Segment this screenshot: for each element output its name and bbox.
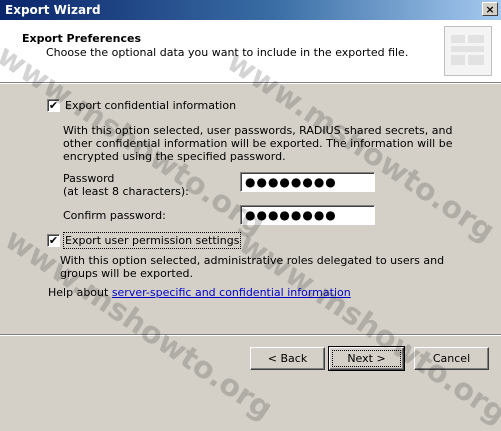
permissions-checkbox[interactable]: ✔ xyxy=(47,234,60,247)
back-button[interactable]: < Back xyxy=(250,347,325,370)
checkmark-icon: ✔ xyxy=(48,99,59,112)
next-button-label: Next > xyxy=(332,350,401,367)
password-label: Password xyxy=(63,172,115,185)
permissions-checkbox-label[interactable]: Export user permission settings xyxy=(62,232,242,249)
wizard-header: Export Preferences Choose the optional d… xyxy=(0,20,501,84)
checkmark-icon: ✔ xyxy=(48,234,59,247)
help-line: Help about server-specific and confident… xyxy=(48,286,351,299)
page-title: Export Preferences xyxy=(22,32,141,45)
wizard-graphic-icon xyxy=(444,26,492,76)
cancel-button-label: Cancel xyxy=(432,352,471,365)
confidential-checkbox[interactable]: ✔ xyxy=(47,99,60,112)
permissions-description: With this option selected, administrativ… xyxy=(60,254,445,280)
watermark-text: www.mshowto.org xyxy=(0,222,279,427)
next-button[interactable]: Next > xyxy=(328,346,405,371)
confirm-password-field[interactable]: ●●●●●●●● xyxy=(240,205,375,225)
confirm-password-label: Confirm password: xyxy=(63,209,166,222)
close-icon: × xyxy=(485,3,495,16)
page-subtitle: Choose the optional data you want to inc… xyxy=(46,46,409,59)
help-prefix: Help about xyxy=(48,286,109,299)
close-button[interactable]: × xyxy=(482,2,498,16)
back-button-label: < Back xyxy=(267,352,308,365)
title-bar: Export Wizard × xyxy=(0,0,501,20)
password-hint-label: (at least 8 characters): xyxy=(63,185,189,198)
window-title: Export Wizard xyxy=(5,3,101,17)
confidential-description: With this option selected, user password… xyxy=(63,124,453,163)
password-field[interactable]: ●●●●●●●● xyxy=(240,172,375,192)
cancel-button[interactable]: Cancel xyxy=(414,347,489,370)
help-link[interactable]: server-specific and confidential informa… xyxy=(112,286,351,299)
confidential-checkbox-label[interactable]: Export confidential information xyxy=(65,99,236,112)
